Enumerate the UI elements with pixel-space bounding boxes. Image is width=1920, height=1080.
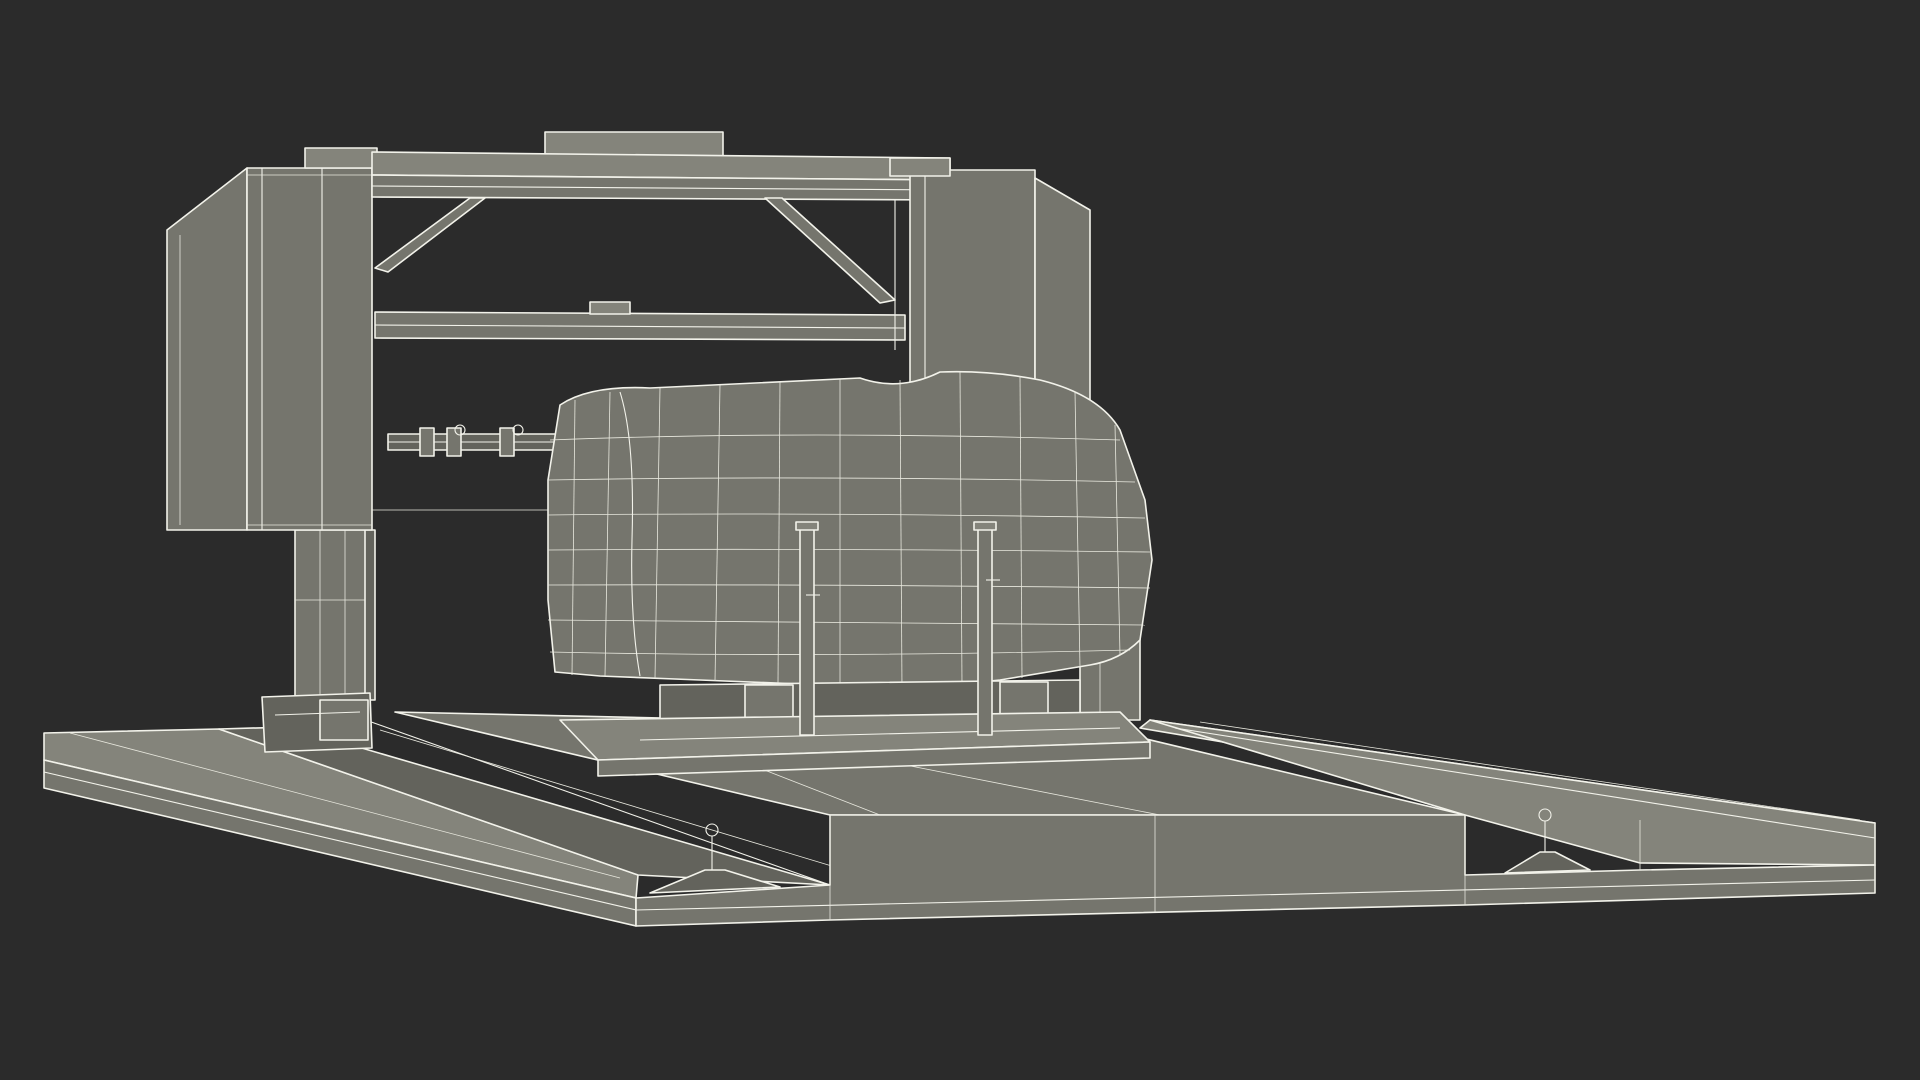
render-viewport xyxy=(0,0,1920,1080)
left-tower xyxy=(166,147,378,753)
saw-head-arm xyxy=(372,424,569,511)
top-gantry xyxy=(371,131,951,350)
log xyxy=(547,370,1153,691)
sawmill-wireframe-model xyxy=(43,131,1876,927)
